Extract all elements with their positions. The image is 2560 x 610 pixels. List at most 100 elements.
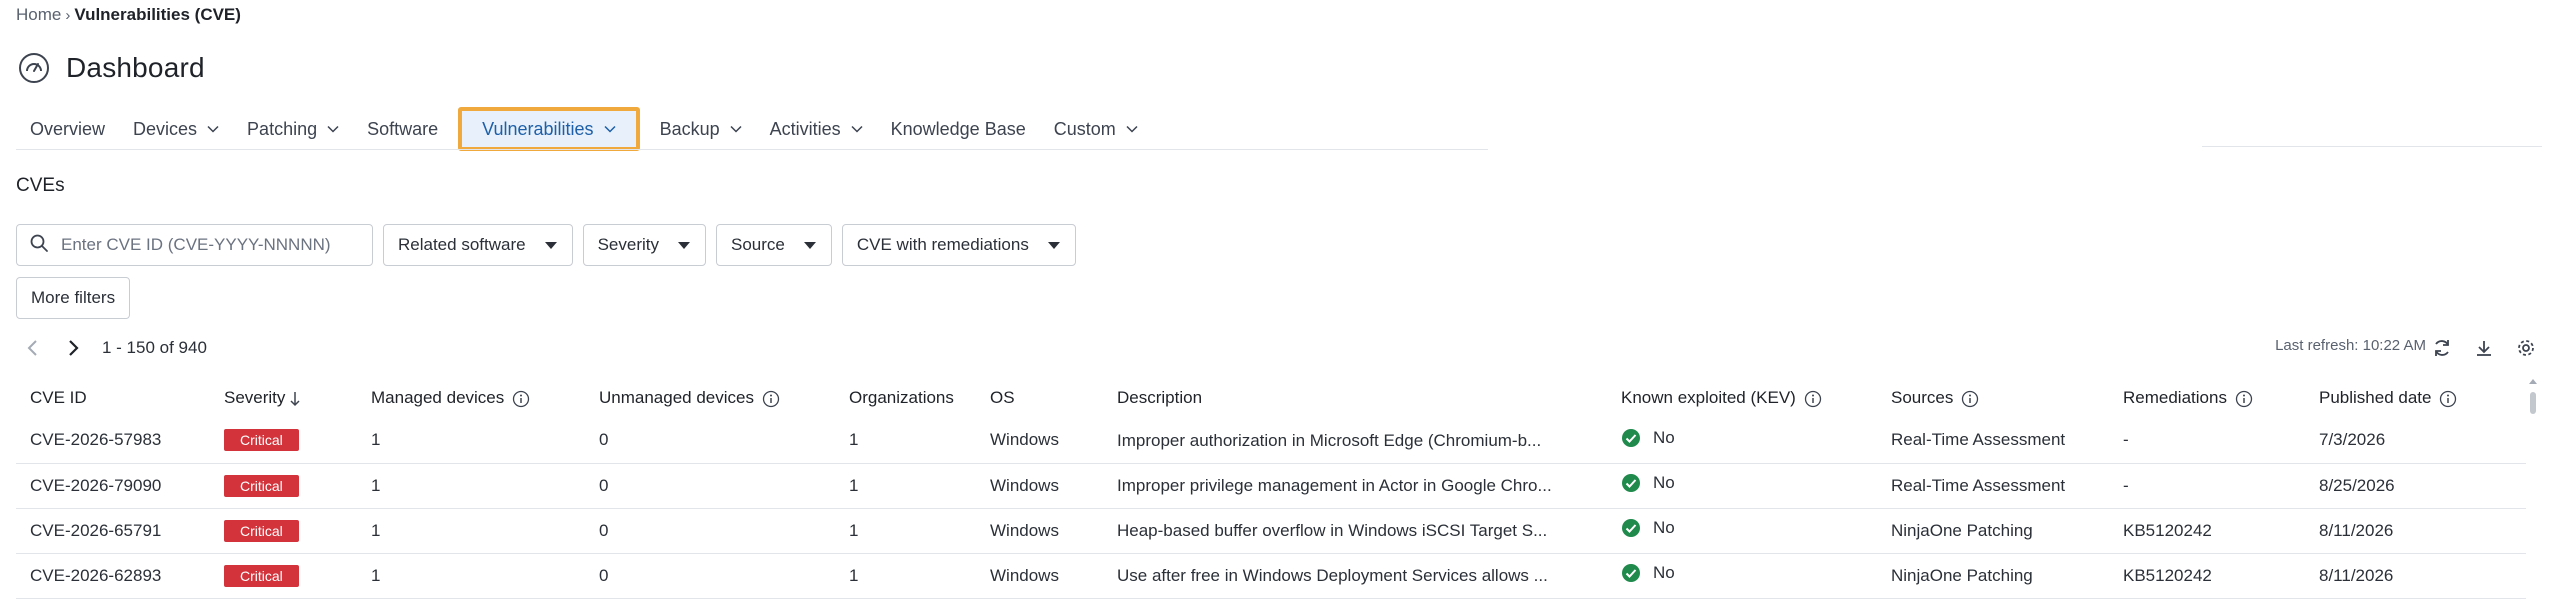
tab-label: Patching	[247, 118, 318, 139]
check-circle-icon	[1621, 518, 1641, 538]
cell-remediations: KB5120242	[2123, 508, 2319, 554]
tab-label: Devices	[133, 118, 198, 139]
col-header-cve-id[interactable]: CVE ID	[16, 378, 210, 418]
cell-organizations: 1	[835, 418, 990, 464]
cell-os: Windows	[990, 418, 1117, 464]
tab-vulnerabilities[interactable]: Vulnerabilities	[458, 107, 640, 151]
col-header-remediations[interactable]: Remediations	[2123, 378, 2319, 418]
next-page-button[interactable]	[60, 334, 88, 362]
table-scrollbar[interactable]	[2526, 376, 2540, 436]
tab-software[interactable]: Software	[353, 110, 452, 148]
table-row[interactable]: CVE-2026-65791 Critical 1 0 1 Windows Heap-bas…	[16, 508, 2526, 554]
tab-overview[interactable]: Overview	[16, 110, 119, 148]
table-row[interactable]: CVE-2026-79090 Critical 1 0 1 Windows Improper…	[16, 463, 2526, 509]
more-filters-button[interactable]: More filters	[16, 277, 131, 319]
cell-organizations: 1	[835, 463, 990, 509]
col-header-managed[interactable]: Managed devices	[357, 378, 585, 418]
source-dropdown[interactable]: Source	[716, 224, 832, 266]
search-icon	[29, 233, 49, 258]
download-icon[interactable]	[2471, 335, 2497, 361]
cell-cve-id[interactable]: CVE-2026-57983	[16, 418, 210, 464]
check-circle-icon	[1621, 563, 1641, 583]
severity-badge: Critical	[224, 519, 299, 542]
cve-search-input[interactable]	[61, 235, 351, 255]
tab-label: Activities	[769, 118, 841, 139]
tab-label: Knowledge Base	[890, 118, 1026, 139]
remediations-filter-label: CVE with remediations	[856, 235, 1029, 254]
chevron-down-icon	[851, 125, 863, 133]
section-title: CVEs	[16, 175, 65, 196]
info-icon[interactable]	[512, 390, 530, 408]
info-icon[interactable]	[1961, 390, 1979, 408]
chevron-down-icon	[604, 125, 616, 133]
sort-arrow-down-icon	[289, 391, 301, 407]
chevron-down-icon	[327, 125, 339, 133]
tab-label: Software	[367, 118, 439, 139]
cell-severity: Critical	[210, 418, 357, 464]
remediations-dropdown[interactable]: CVE with remediations	[841, 224, 1076, 266]
col-header-severity[interactable]: Severity	[210, 378, 357, 418]
cell-published: 8/25/2026	[2319, 463, 2526, 509]
tab-patching[interactable]: Patching	[233, 110, 353, 148]
info-icon[interactable]	[2235, 390, 2253, 408]
table-row[interactable]: CVE-2026-57983 Critical 1 0 1 Windows Improper…	[16, 418, 2526, 464]
table-header-row: CVE ID Severity Managed devices Unmanage…	[16, 378, 2526, 418]
tabs-divider-right	[2202, 146, 2542, 147]
check-circle-icon	[1621, 473, 1641, 493]
page-title: Dashboard	[66, 52, 205, 83]
chevron-down-icon	[1126, 125, 1138, 133]
related-software-dropdown[interactable]: Related software	[383, 224, 573, 266]
cell-organizations: 1	[835, 553, 990, 599]
cell-organizations: 1	[835, 508, 990, 554]
cell-published: 7/3/2026	[2319, 418, 2526, 464]
cell-severity: Critical	[210, 553, 357, 599]
tab-devices[interactable]: Devices	[119, 110, 233, 148]
cell-kev: No	[1621, 553, 1891, 599]
col-header-unmanaged[interactable]: Unmanaged devices	[585, 378, 835, 418]
col-header-published[interactable]: Published date	[2319, 378, 2526, 418]
cell-severity: Critical	[210, 508, 357, 554]
cell-cve-id[interactable]: CVE-2026-79090	[16, 463, 210, 509]
cell-cve-id[interactable]: CVE-2026-65791	[16, 508, 210, 554]
info-icon[interactable]	[2439, 390, 2457, 408]
cell-severity: Critical	[210, 463, 357, 509]
breadcrumb-home[interactable]: Home	[16, 5, 61, 25]
severity-badge: Critical	[224, 564, 299, 587]
cell-kev: No	[1621, 508, 1891, 554]
cell-cve-id[interactable]: CVE-2026-62893	[16, 553, 210, 599]
cve-search-box[interactable]	[16, 224, 373, 266]
cell-managed: 1	[357, 508, 585, 554]
col-header-kev[interactable]: Known exploited (KEV)	[1621, 378, 1891, 418]
previous-page-button[interactable]	[18, 334, 46, 362]
page-header: Dashboard	[16, 50, 205, 86]
info-icon[interactable]	[1804, 390, 1822, 408]
col-header-os[interactable]: OS	[990, 378, 1117, 418]
refresh-icon[interactable]	[2429, 335, 2455, 361]
tabs-divider	[16, 149, 1488, 150]
tab-knowledge-base[interactable]: Knowledge Base	[877, 110, 1040, 148]
col-header-description[interactable]: Description	[1117, 378, 1621, 418]
cell-os: Windows	[990, 463, 1117, 509]
breadcrumb: Home › Vulnerabilities (CVE)	[16, 5, 241, 25]
severity-filter-label: Severity	[597, 235, 659, 254]
tab-label: Backup	[659, 118, 720, 139]
tab-backup[interactable]: Backup	[646, 110, 756, 148]
info-icon[interactable]	[762, 390, 780, 408]
col-header-organizations[interactable]: Organizations	[835, 378, 990, 418]
cve-table: CVE ID Severity Managed devices Unmanage…	[16, 378, 2526, 599]
cell-sources: NinjaOne Patching	[1891, 508, 2123, 554]
cell-unmanaged: 0	[585, 508, 835, 554]
tab-activities[interactable]: Activities	[756, 110, 877, 148]
col-header-sources[interactable]: Sources	[1891, 378, 2123, 418]
cell-kev: No	[1621, 463, 1891, 509]
table-row[interactable]: CVE-2026-62893 Critical 1 0 1 Windows Use afte…	[16, 553, 2526, 599]
caret-down-icon	[1047, 241, 1061, 250]
cell-published: 8/11/2026	[2319, 553, 2526, 599]
last-refresh-text: Last refresh: 10:22 AM	[2275, 337, 2426, 354]
gear-icon[interactable]	[2513, 335, 2539, 361]
severity-badge: Critical	[224, 429, 299, 452]
cell-managed: 1	[357, 418, 585, 464]
severity-dropdown[interactable]: Severity	[582, 224, 706, 266]
cell-sources: Real-Time Assessment	[1891, 418, 2123, 464]
tab-custom[interactable]: Custom	[1040, 110, 1152, 148]
